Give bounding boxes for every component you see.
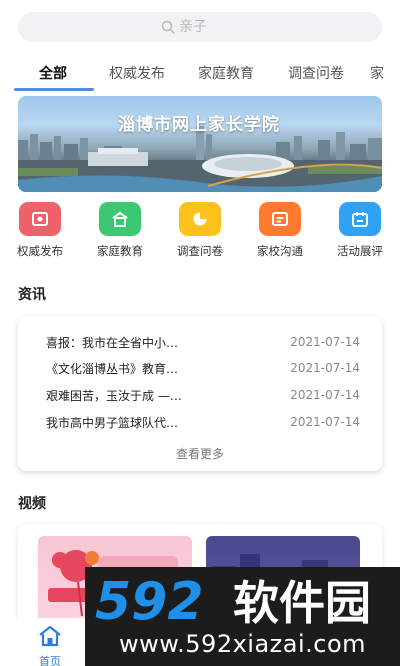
quick-item-home-school-communication[interactable]: 家校沟通: [240, 200, 320, 259]
tab-official-release[interactable]: 权威发布: [92, 63, 182, 83]
list-item[interactable]: 喜报：我市在全省中小… 2021-07-14: [46, 332, 360, 352]
list-item[interactable]: 《文化淄博丛书》教育… 2021-07-14: [46, 358, 360, 378]
news-card: 喜报：我市在全省中小… 2021-07-14 《文化淄博丛书》教育… 2021-…: [18, 316, 382, 471]
active-tab-indicator: [14, 88, 94, 91]
svg-text:592: 592: [95, 573, 204, 629]
nav-home-label: 首页: [39, 655, 61, 666]
quick-item-label: 家庭教育: [97, 244, 143, 258]
quick-item-survey[interactable]: 调查问卷: [160, 200, 240, 259]
message-icon: [259, 202, 301, 236]
quick-menu: 权威发布 家庭教育 调查问卷 家校沟通 活动展评: [0, 200, 400, 260]
search-bar[interactable]: [18, 12, 382, 42]
quick-item-official-release[interactable]: 权威发布: [0, 200, 80, 259]
watermark-overlay: 592 软件园 www.592xiazai.com: [85, 567, 400, 666]
news-title: 喜报：我市在全省中小…: [46, 335, 179, 350]
banner[interactable]: 淄博市网上家长学院: [18, 96, 382, 192]
news-title: 《文化淄博丛书》教育…: [46, 361, 179, 376]
watermark-logo: 592 软件园: [95, 573, 371, 629]
quick-item-label: 权威发布: [17, 244, 63, 258]
category-tabs: 全部 权威发布 家庭教育 调查问卷 家: [0, 54, 400, 92]
tab-family-education[interactable]: 家庭教育: [182, 63, 270, 83]
pie-chart-icon: [179, 202, 221, 236]
badge-icon: [19, 202, 61, 236]
news-title: 我市高中男子篮球队代…: [46, 415, 179, 430]
news-date: 2021-07-14: [290, 335, 360, 349]
search-icon: [161, 20, 175, 34]
quick-item-activity-showcase[interactable]: 活动展评: [320, 200, 400, 259]
nav-home[interactable]: 首页: [18, 618, 82, 666]
view-more-link[interactable]: 查看更多: [18, 445, 382, 462]
list-item[interactable]: 艰难困苦，玉汝于成 —… 2021-07-14: [46, 385, 360, 405]
tab-survey[interactable]: 调查问卷: [270, 63, 362, 83]
home-nav-icon: [39, 625, 61, 647]
news-section-title: 资讯: [18, 287, 46, 303]
home-icon: [99, 202, 141, 236]
video-section-title: 视频: [18, 496, 46, 512]
search-input[interactable]: [179, 19, 239, 35]
news-date: 2021-07-14: [290, 415, 360, 429]
tab-more-truncated[interactable]: 家: [362, 63, 400, 83]
list-item[interactable]: 我市高中男子篮球队代… 2021-07-14: [46, 412, 360, 432]
tab-all[interactable]: 全部: [14, 63, 92, 83]
news-date: 2021-07-14: [290, 361, 360, 375]
quick-item-label: 活动展评: [337, 244, 383, 258]
calendar-icon: [339, 202, 381, 236]
news-title: 艰难困苦，玉汝于成 —…: [46, 388, 182, 403]
watermark-url: www.592xiazai.com: [118, 630, 367, 658]
banner-title: 淄博市网上家长学院: [118, 115, 280, 135]
quick-item-family-education[interactable]: 家庭教育: [80, 200, 160, 259]
svg-text:软件园: 软件园: [233, 576, 371, 629]
quick-item-label: 调查问卷: [177, 244, 223, 258]
news-date: 2021-07-14: [290, 388, 360, 402]
quick-item-label: 家校沟通: [257, 244, 303, 258]
